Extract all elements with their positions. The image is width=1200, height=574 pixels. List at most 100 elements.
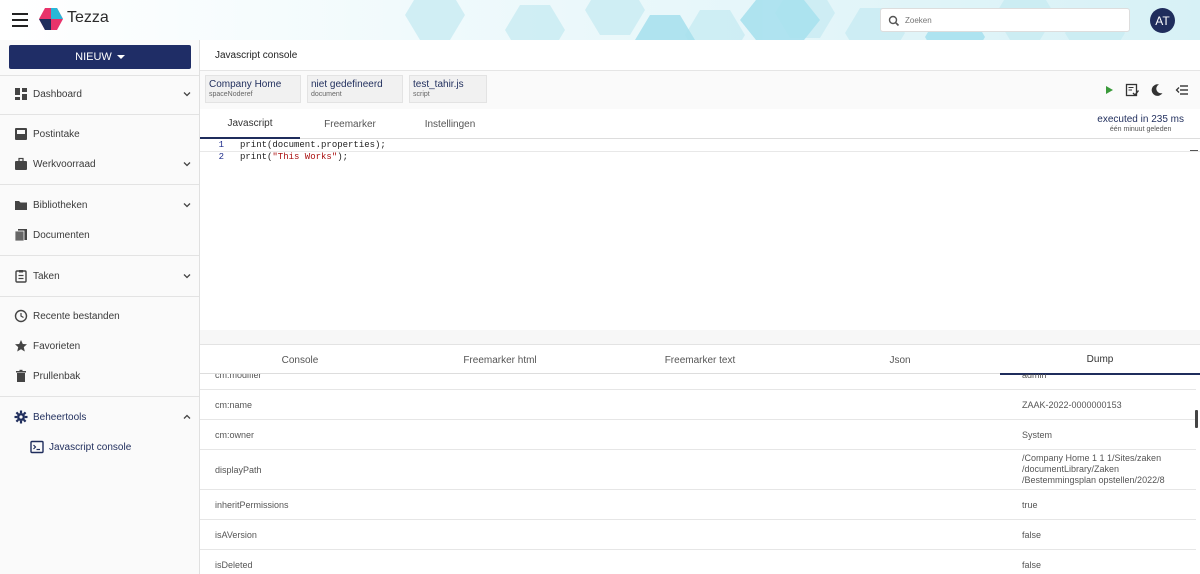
sidebar-item-label: Javascript console <box>49 441 132 453</box>
code-line: 2 print("This Works"); <box>200 152 1200 164</box>
dark-mode-icon[interactable] <box>1150 83 1164 97</box>
execution-ago: één minuut geleden <box>1109 126 1172 133</box>
parameter-bar: Company Home spaceNoderef niet gedefinee… <box>200 71 1200 109</box>
sidebar-item-label: Prullenbak <box>33 370 81 382</box>
sidebar-item-taken[interactable]: Taken <box>0 261 199 291</box>
property-key: cm:modifier <box>215 374 262 380</box>
sidebar-item-label: Recente bestanden <box>33 310 120 322</box>
property-value: true <box>1022 500 1038 510</box>
table-row: isDeleted false <box>200 550 1196 574</box>
clock-icon <box>14 309 28 323</box>
sidebar-divider <box>0 296 199 297</box>
param-value: Company Home <box>209 79 282 90</box>
code-text: print(document.properties); <box>240 140 386 150</box>
property-key: isDeleted <box>215 560 253 570</box>
table-row: isAVersion false <box>200 520 1196 550</box>
new-button-label: NIEUW <box>75 51 112 63</box>
caret-down-icon <box>116 55 125 59</box>
tab-dump[interactable]: Dump <box>1000 345 1200 375</box>
sidebar-item-bibliotheken[interactable]: Bibliotheken <box>0 190 199 220</box>
sidebar-item-beheertools[interactable]: Beheertools <box>0 402 199 432</box>
param-script[interactable]: test_tahir.js script <box>409 75 487 103</box>
sidebar-item-prullenbak[interactable]: Prullenbak <box>0 361 199 391</box>
documents-icon <box>14 229 27 242</box>
chevron-down-icon[interactable] <box>182 89 192 99</box>
tezza-logo <box>39 8 63 30</box>
sidebar-item-documenten[interactable]: Documenten <box>0 220 199 250</box>
property-key: cm:owner <box>215 430 255 440</box>
main-content: Javascript console Company Home spaceNod… <box>200 40 1200 574</box>
star-icon <box>15 340 27 352</box>
sidebar-item-javascript-console[interactable]: Javascript console <box>0 432 199 462</box>
briefcase-icon <box>15 157 27 170</box>
chevron-down-icon[interactable] <box>182 159 192 169</box>
param-space-noderef[interactable]: Company Home spaceNoderef <box>205 75 301 103</box>
sidebar-divider <box>0 114 199 115</box>
property-value: System <box>1022 430 1053 440</box>
property-value: admin <box>1022 374 1047 380</box>
sidebar-item-recente-bestanden[interactable]: Recente bestanden <box>0 301 199 331</box>
dashboard-icon <box>15 88 27 100</box>
sidebar-item-label: Werkvoorraad <box>33 158 96 170</box>
code-text: print("This Works"); <box>240 152 348 162</box>
run-icon[interactable] <box>1102 83 1116 97</box>
sidebar-divider <box>0 75 199 76</box>
console-icon <box>30 440 44 454</box>
editor-scroll-marker <box>1190 150 1198 151</box>
tab-freemarker-text[interactable]: Freemarker text <box>600 345 800 375</box>
tab-instellingen[interactable]: Instellingen <box>400 109 500 139</box>
sidebar-item-dashboard[interactable]: Dashboard <box>0 79 199 109</box>
sidebar-item-werkvoorraad[interactable]: Werkvoorraad <box>0 149 199 179</box>
sidebar-item-favorieten[interactable]: Favorieten <box>0 331 199 361</box>
chevron-down-icon[interactable] <box>182 271 192 281</box>
chevron-down-icon[interactable] <box>182 200 192 210</box>
tab-freemarker[interactable]: Freemarker <box>300 109 400 139</box>
line-number: 1 <box>218 140 224 150</box>
param-label: spaceNoderef <box>209 91 253 98</box>
save-script-icon[interactable] <box>1125 83 1139 97</box>
tab-javascript[interactable]: Javascript <box>200 109 300 139</box>
param-value: test_tahir.js <box>413 79 464 90</box>
hamburger-menu-icon[interactable] <box>12 13 28 27</box>
code-string: "This Works" <box>272 152 338 162</box>
table-row: inheritPermissions true <box>200 490 1196 520</box>
search-input[interactable] <box>905 11 1125 29</box>
user-avatar[interactable]: AT <box>1150 8 1175 33</box>
property-value: false <box>1022 560 1042 570</box>
sidebar-item-label: Bibliotheken <box>33 199 88 211</box>
search-box[interactable] <box>880 8 1130 32</box>
brand-name: Tezza <box>67 9 109 26</box>
sidebar-item-postintake[interactable]: Postintake <box>0 119 199 149</box>
inbox-icon <box>15 128 27 140</box>
table-row: displayPath /Company Home 1 1 1/Sites/za… <box>200 450 1196 490</box>
chevron-up-icon[interactable] <box>182 412 192 422</box>
property-key: displayPath <box>215 465 262 475</box>
sidebar-item-label: Dashboard <box>33 88 82 100</box>
table-row: cm:owner System <box>200 420 1196 450</box>
property-key: cm:name <box>215 400 253 410</box>
property-value: false <box>1022 530 1042 540</box>
gear-icon <box>14 410 28 424</box>
folder-icon <box>15 201 27 210</box>
code-line: 1 print(document.properties); <box>200 140 1200 152</box>
clipboard-icon <box>15 270 27 283</box>
tab-console[interactable]: Console <box>200 345 400 375</box>
property-key: inheritPermissions <box>215 500 289 510</box>
new-button[interactable]: NIEUW <box>9 45 191 69</box>
code-token: ); <box>337 152 349 162</box>
sidebar-item-label: Beheertools <box>33 411 87 423</box>
trash-icon <box>16 369 26 382</box>
table-row: cm:name ZAAK-2022-0000000153 <box>200 390 1196 420</box>
param-document[interactable]: niet gedefineerd document <box>307 75 403 103</box>
sidebar-item-label: Postintake <box>33 128 80 140</box>
page-title: Javascript console <box>215 50 298 61</box>
code-token: print( <box>240 152 273 162</box>
top-header: Tezza AT <box>0 0 1200 40</box>
collapse-panel-icon[interactable] <box>1175 83 1189 97</box>
results-scrollbar[interactable] <box>1195 410 1198 428</box>
sidebar-item-label: Documenten <box>33 229 90 241</box>
search-icon <box>888 15 900 27</box>
tab-freemarker-html[interactable]: Freemarker html <box>400 345 600 375</box>
sidebar-divider <box>0 184 199 185</box>
tab-json[interactable]: Json <box>800 345 1000 375</box>
